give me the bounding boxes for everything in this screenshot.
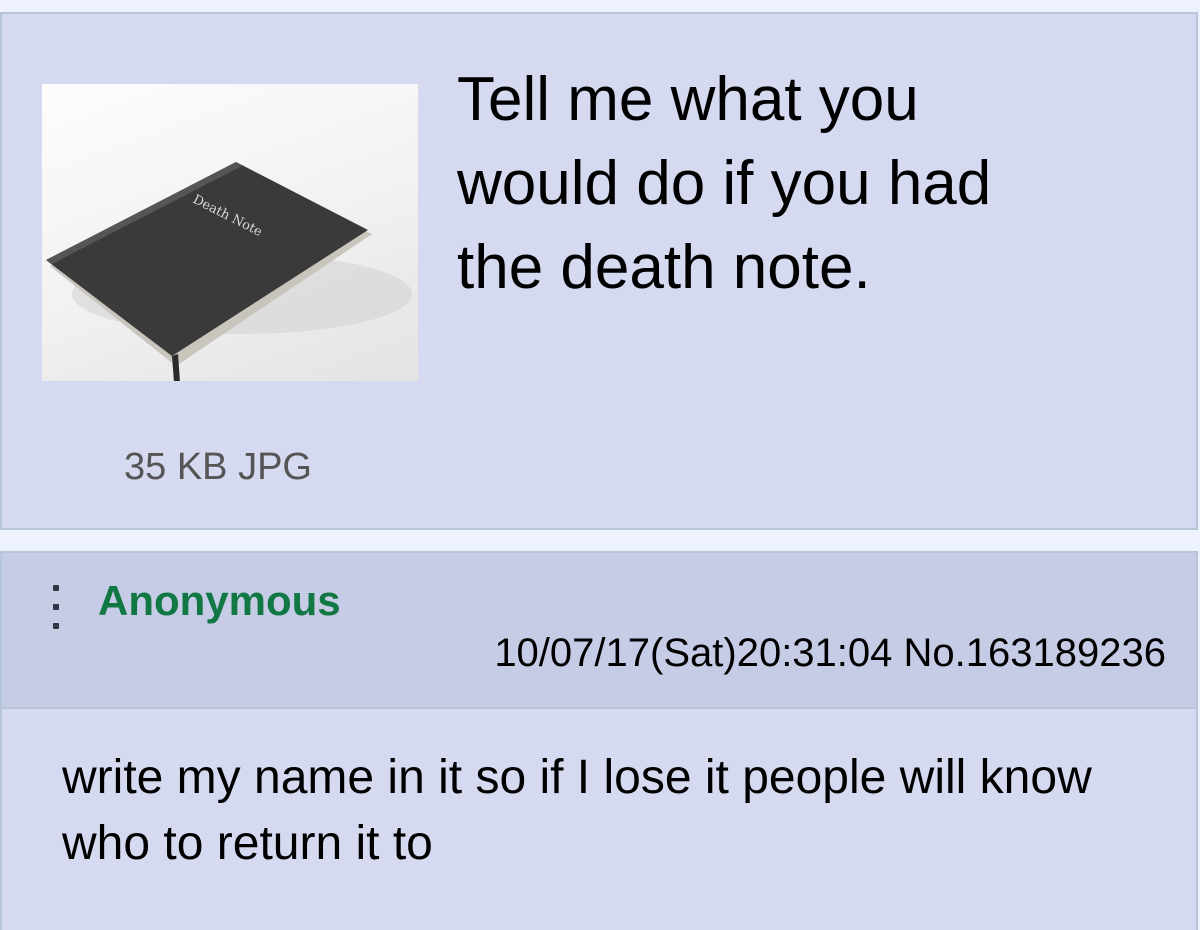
op-comment: Tell me what you would do if you had the… (457, 65, 992, 302)
post-number[interactable]: No.163189236 (904, 631, 1166, 675)
poster-name: Anonymous (98, 577, 341, 624)
op-post: Death Note Tell me what you would do if … (0, 12, 1198, 530)
reply-comment: write my name in it so if I lose it peop… (62, 751, 1092, 870)
reply-header: Anonymous 10/07/17(Sat)20:31:04 No.16318… (2, 553, 1196, 709)
reply-post: Anonymous 10/07/17(Sat)20:31:04 No.16318… (0, 551, 1198, 930)
post-meta: 10/07/17(Sat)20:31:04 No.163189236 (494, 631, 1166, 676)
post-datetime: 10/07/17(Sat)20:31:04 (494, 631, 893, 675)
vertical-ellipsis-icon[interactable] (46, 583, 66, 631)
notebook-image: Death Note (46, 162, 412, 381)
thread-page: Death Note Tell me what you would do if … (0, 0, 1200, 930)
post-thumbnail[interactable]: Death Note (42, 84, 418, 381)
file-info[interactable]: 35 KB JPG (124, 446, 312, 489)
